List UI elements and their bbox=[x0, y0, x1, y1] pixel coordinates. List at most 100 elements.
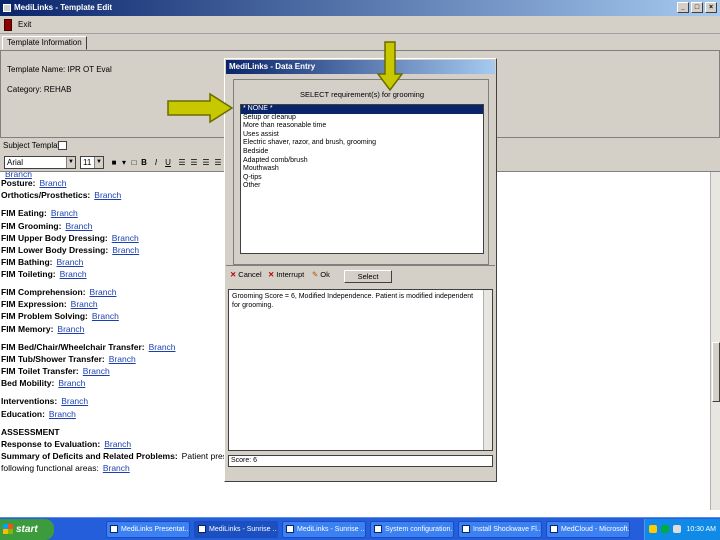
branch-link[interactable]: Branch bbox=[83, 366, 110, 376]
option-item[interactable]: Q-tips bbox=[241, 174, 483, 183]
branch-link[interactable]: Branch bbox=[90, 287, 117, 297]
system-tray: 10:30 AM bbox=[644, 519, 720, 540]
exit-door-icon[interactable] bbox=[4, 19, 12, 31]
field-label: Bed Mobility: bbox=[1, 378, 55, 389]
branch-link[interactable]: Branch bbox=[51, 208, 78, 218]
field-label: FIM Lower Body Dressing: bbox=[1, 244, 109, 255]
option-item[interactable]: Adapted comb/brush bbox=[241, 157, 483, 166]
option-item[interactable]: * NONE * bbox=[241, 105, 483, 114]
editor-line: FIM Lower Body Dressing: Branch bbox=[1, 245, 139, 255]
editor-line: FIM Upper Body Dressing: Branch bbox=[1, 233, 139, 243]
tray-icon[interactable] bbox=[649, 525, 657, 533]
field-label: Education: bbox=[1, 408, 45, 419]
align-left-icon[interactable]: ☰ bbox=[176, 156, 188, 169]
branch-link[interactable]: Branch bbox=[104, 439, 131, 449]
branch-link[interactable]: Branch bbox=[56, 257, 83, 267]
option-item[interactable]: Bedside bbox=[241, 148, 483, 157]
exit-menu-item[interactable]: Exit bbox=[18, 20, 31, 29]
scrollbar-thumb[interactable] bbox=[712, 342, 720, 402]
editor-line: Posture: Branch bbox=[1, 178, 66, 188]
template-name-label: Template Name: IPR OT Eval bbox=[7, 65, 112, 74]
window-icon bbox=[286, 525, 294, 533]
options-list[interactable]: * NONE * Setup or cleanup More than reason… bbox=[240, 104, 484, 254]
data-entry-dialog: MediLinks - Data Entry SELECT requiremen… bbox=[224, 58, 497, 482]
field-label: FIM Expression: bbox=[1, 299, 67, 310]
editor-line: FIM Bathing: Branch bbox=[1, 257, 83, 267]
bold-button[interactable]: B bbox=[138, 156, 150, 169]
font-family-select[interactable]: Arial ▼ bbox=[4, 156, 76, 169]
ok-button[interactable]: ✎ Ok bbox=[312, 270, 330, 279]
close-button[interactable]: × bbox=[705, 2, 717, 13]
branch-link[interactable]: Branch bbox=[60, 269, 87, 279]
branch-link[interactable]: Branch bbox=[109, 354, 136, 364]
branch-link[interactable]: Branch bbox=[112, 233, 139, 243]
cancel-button[interactable]: ✕ Cancel bbox=[230, 270, 262, 279]
tray-icon[interactable] bbox=[661, 525, 669, 533]
narrative-scrollbar[interactable] bbox=[483, 290, 492, 450]
minimize-button[interactable]: _ bbox=[677, 2, 689, 13]
windows-logo-icon bbox=[3, 524, 13, 534]
editor-line: FIM Toilet Transfer: Branch bbox=[1, 366, 110, 376]
chevron-down-icon[interactable]: ▼ bbox=[66, 157, 75, 168]
taskbar-button[interactable]: Install Shockwave Fl... bbox=[458, 521, 542, 538]
align-center-icon[interactable]: ☰ bbox=[188, 156, 200, 169]
field-label: FIM Upper Body Dressing: bbox=[1, 232, 108, 243]
branch-link[interactable]: Branch bbox=[112, 245, 139, 255]
tab-bar: Template Information bbox=[0, 34, 720, 50]
justify-icon[interactable]: ☰ bbox=[212, 156, 224, 169]
field-label: FIM Eating: bbox=[1, 208, 47, 219]
window-icon bbox=[550, 525, 558, 533]
branch-link[interactable]: Branch bbox=[103, 463, 130, 473]
arrow-down-icon bbox=[376, 41, 404, 92]
italic-button[interactable]: I bbox=[150, 156, 162, 169]
start-button[interactable]: start bbox=[0, 519, 54, 540]
editor-line: FIM Problem Solving: Branch bbox=[1, 311, 119, 321]
underline-button[interactable]: U bbox=[162, 156, 174, 169]
option-item[interactable]: Mouthwash bbox=[241, 165, 483, 174]
chevron-down-icon[interactable]: ▼ bbox=[94, 157, 103, 168]
dialog-title: MediLinks - Data Entry bbox=[226, 60, 495, 74]
taskbar-button[interactable]: MedCloud - Microsoft... bbox=[546, 521, 630, 538]
branch-link[interactable]: Branch bbox=[92, 311, 119, 321]
field-label: FIM Toileting: bbox=[1, 268, 56, 279]
align-right-icon[interactable]: ☰ bbox=[200, 156, 212, 169]
clock: 10:30 AM bbox=[686, 526, 716, 533]
branch-link[interactable]: Branch bbox=[57, 324, 84, 334]
branch-link[interactable]: Branch bbox=[71, 299, 98, 309]
line-text: following functional areas: bbox=[1, 463, 99, 474]
editor-line: following functional areas: Branch bbox=[1, 463, 130, 473]
option-item[interactable]: Setup or cleanup bbox=[241, 114, 483, 123]
font-size-select[interactable]: 11 ▼ bbox=[80, 156, 104, 169]
narrative-textarea[interactable]: Grooming Score = 6, Modified Independenc… bbox=[228, 289, 493, 451]
editor-line: FIM Tub/Shower Transfer: Branch bbox=[1, 354, 136, 364]
maximize-button[interactable]: □ bbox=[691, 2, 703, 13]
field-label: FIM Memory: bbox=[1, 323, 54, 334]
field-label: FIM Grooming: bbox=[1, 220, 62, 231]
subject-template-checkbox[interactable] bbox=[58, 141, 67, 150]
taskbar-label: MediLinks Presentat... bbox=[121, 526, 190, 533]
taskbar-button[interactable]: MediLinks - Sunrise ... bbox=[194, 521, 278, 538]
branch-link[interactable]: Branch bbox=[94, 190, 121, 200]
branch-link[interactable]: Branch bbox=[149, 342, 176, 352]
editor-line: Bed Mobility: Branch bbox=[1, 378, 85, 388]
tab-template-information[interactable]: Template Information bbox=[2, 36, 87, 50]
option-item[interactable]: Other bbox=[241, 182, 483, 191]
tray-icon[interactable] bbox=[673, 525, 681, 533]
branch-link[interactable]: Branch bbox=[49, 409, 76, 419]
taskbar-button[interactable]: MediLinks Presentat... bbox=[106, 521, 190, 538]
branch-link[interactable]: Branch bbox=[39, 178, 66, 188]
interrupt-button[interactable]: ✕ Interrupt bbox=[268, 270, 304, 279]
branch-link[interactable]: Branch bbox=[58, 378, 85, 388]
branch-link[interactable]: Branch bbox=[61, 396, 88, 406]
option-item[interactable]: Uses assist bbox=[241, 131, 483, 140]
taskbar-button[interactable]: System configuration... bbox=[370, 521, 454, 538]
taskbar-label: MediLinks - Sunrise ... bbox=[209, 526, 278, 533]
window-icon bbox=[110, 525, 118, 533]
option-item[interactable]: Electric shaver, razor, and brush, groom… bbox=[241, 139, 483, 148]
editor-scrollbar[interactable] bbox=[710, 172, 720, 510]
option-item[interactable]: More than reasonable time bbox=[241, 122, 483, 131]
branch-link[interactable]: Branch bbox=[65, 221, 92, 231]
field-label: FIM Bathing: bbox=[1, 256, 53, 267]
field-label: Posture: bbox=[1, 178, 36, 188]
taskbar-button[interactable]: MediLinks - Sunrise ... bbox=[282, 521, 366, 538]
